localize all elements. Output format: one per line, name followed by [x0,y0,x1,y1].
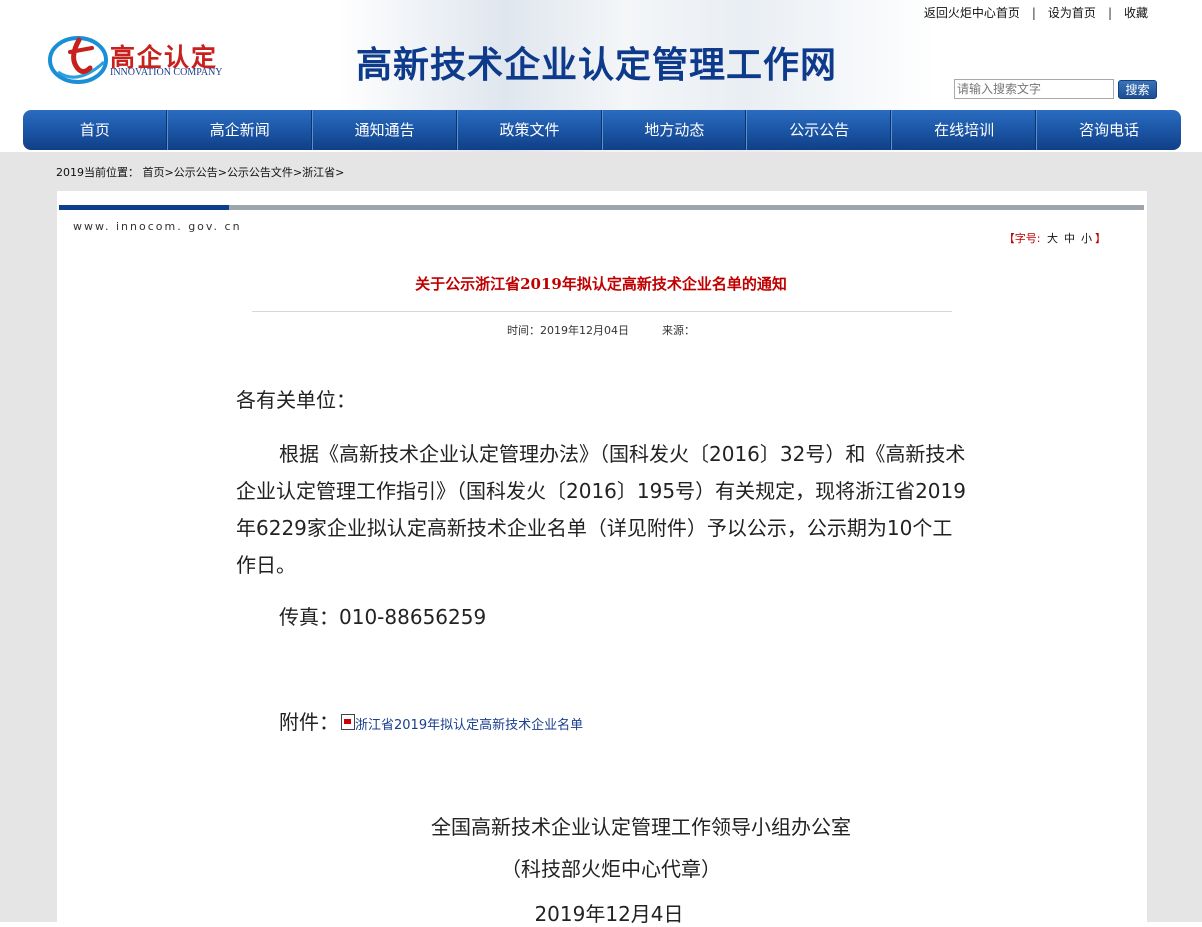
separator: | [1031,6,1036,20]
logo-subtitle: INNOVATION COMPANY [110,67,223,78]
nav-item-home[interactable]: 首页 [23,110,167,150]
article-meta: 时间：2019年12月04日 来源： [0,322,1202,338]
nav-item-local[interactable]: 地方动态 [601,110,747,150]
attachment: 附件： 浙江省2019年拟认定高新技术企业名单 [279,706,583,735]
fax-number: 传真：010-88656259 [279,605,487,629]
nav-item-news[interactable]: 高企新闻 [166,110,312,150]
site-url: www. innocom. gov. cn [73,220,242,233]
article-title: 关于公示浙江省2019年拟认定高新技术企业名单的通知 [415,275,787,293]
breadcrumb-item[interactable]: 首页 [143,166,165,179]
font-size-close: 】 [1095,232,1106,245]
nav-item-notices[interactable]: 通知通告 [311,110,457,150]
title-divider [252,311,952,312]
publish-time: 2019年12月04日 [540,324,629,337]
breadcrumb-item[interactable]: 浙江省 [302,166,335,179]
font-size-small[interactable]: 小 [1081,232,1092,245]
breadcrumb-sep: > [335,166,345,179]
breadcrumb-sep: > [217,166,227,179]
breadcrumb-sep: > [292,166,303,179]
panel-top-bar [59,205,229,210]
set-homepage-link[interactable]: 设为首页 [1048,6,1096,20]
separator: | [1107,6,1112,20]
attachment-label: 附件： [279,710,339,734]
signature-organization: 全国高新技术企业认定管理工作领导小组办公室 [431,815,851,839]
font-size-control: 【字号: 大中小】 [1004,230,1106,246]
search-input[interactable]: 请输入搜索文字 [954,79,1114,99]
breadcrumb-sep: > [164,166,174,179]
font-size-large[interactable]: 大 [1047,232,1058,245]
breadcrumb-item[interactable]: 公示公告 [174,166,218,179]
top-links: 返回火炬中心首页 | 设为首页 | 收藏 [924,4,1148,21]
site-header: 返回火炬中心首页 | 设为首页 | 收藏 高企认定 INNOVATION COMPANY… [0,0,1202,152]
time-label: 时间： [507,324,540,337]
source-label: 来源： [662,324,695,337]
breadcrumb-prefix: 2019当前位置： [56,166,139,179]
nav-item-training[interactable]: 在线培训 [891,110,1036,150]
signature-date: 2019年12月4日 [534,902,684,926]
attachment-link[interactable]: 浙江省2019年拟认定高新技术企业名单 [355,718,583,733]
panel-top-bar-gray [229,205,1144,210]
main-nav: 首页 高企新闻 通知通告 政策文件 地方动态 公示公告 在线培训 咨询电话 [23,110,1181,150]
pdf-file-icon [341,714,355,730]
breadcrumb-item[interactable]: 公示公告文件 [227,166,293,179]
nav-item-announcements[interactable]: 公示公告 [746,110,891,150]
breadcrumb: 2019当前位置： 首页>公示公告>公示公告文件>浙江省> [56,164,344,180]
return-home-link[interactable]: 返回火炬中心首页 [924,6,1020,20]
article-paragraph: 根据《高新技术企业认定管理办法》（国科发火〔2016〕32号）和《高新技术企业认… [236,442,966,577]
nav-item-policies[interactable]: 政策文件 [456,110,602,150]
font-size-medium[interactable]: 中 [1064,232,1075,245]
site-title: 高新技术企业认定管理工作网 [356,44,838,86]
signature-seal: （科技部火炬中心代章） [501,857,721,881]
salutation: 各有关单位： [236,388,356,412]
nav-item-contact[interactable]: 咨询电话 [1036,110,1181,150]
bookmark-link[interactable]: 收藏 [1124,6,1148,20]
font-size-label: 【字号: [1003,232,1041,245]
search-button[interactable]: 搜索 [1118,80,1157,99]
